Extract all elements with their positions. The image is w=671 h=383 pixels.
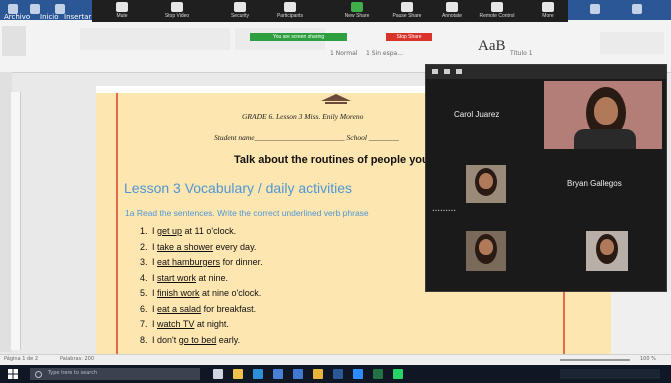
style-preview-aab[interactable]: AaB — [478, 38, 506, 55]
screen-sharing-indicator: You are screen sharing — [250, 33, 347, 41]
account-icon[interactable] — [590, 4, 600, 14]
stop-video-button[interactable]: Stop Video — [157, 0, 197, 22]
document-title: Talk about the routines of people you — [234, 154, 429, 166]
list-item: 2. I take a shower every day. — [140, 241, 257, 252]
instruction-text: 1a Read the sentences. Write the correct… — [125, 208, 369, 218]
list-item: 7. I watch TV at night. — [140, 319, 229, 329]
edge-icon[interactable] — [253, 369, 263, 379]
participant-video-small-1[interactable] — [466, 165, 506, 203]
remote-control-icon — [491, 2, 503, 12]
participants-icon — [284, 2, 296, 12]
zoom-gallery-panel[interactable]: Carol Juarez ••••••••• Bryan Gallegos — [425, 64, 667, 292]
paste-group[interactable] — [2, 26, 26, 56]
participant-name-carol: Carol Juarez — [454, 110, 500, 119]
list-item: 4. I start work at nine. — [140, 272, 229, 283]
list-item: 5. I finish work at nine o'clock. — [140, 288, 262, 298]
list-item: 6. I eat a salad for breakfast. — [140, 303, 257, 314]
margin-line — [116, 93, 118, 355]
participant-small-label-1: ••••••••• — [432, 209, 456, 214]
gallery-view-icon[interactable] — [444, 69, 450, 74]
task-view-icon[interactable] — [213, 369, 223, 379]
speaker-view-icon[interactable] — [456, 69, 462, 74]
editing-group[interactable] — [600, 32, 664, 54]
word-count[interactable]: Palabras: 200 — [60, 356, 94, 362]
security-button[interactable]: Security — [220, 0, 260, 22]
style-no-spacing[interactable]: 1 Sin espa... — [366, 50, 403, 57]
microphone-icon — [116, 2, 128, 12]
annotate-button[interactable]: Annotate — [432, 0, 472, 22]
sentence-list: 1. I get up at 11 o'clock. 2. I take a sho… — [140, 226, 263, 350]
file-explorer-icon[interactable] — [233, 369, 243, 379]
share-icon[interactable] — [632, 4, 642, 14]
whatsapp-icon[interactable] — [393, 369, 403, 379]
shield-icon — [234, 2, 246, 12]
windows-taskbar: Type here to search — [0, 365, 671, 383]
mail-icon[interactable] — [293, 369, 303, 379]
search-icon — [35, 371, 42, 378]
style-heading1[interactable]: Título 1 — [510, 50, 533, 57]
page-count[interactable]: Página 1 de 2 — [4, 356, 38, 362]
taskbar-search[interactable]: Type here to search — [30, 368, 200, 380]
participant-name-bryan: Bryan Gallegos — [567, 179, 622, 188]
font-group[interactable] — [80, 28, 230, 50]
pause-icon — [401, 2, 413, 12]
gallery-toolbar — [426, 65, 666, 79]
margin-line-right — [563, 290, 565, 355]
stop-share-button[interactable]: Stop Share — [386, 33, 432, 41]
document-page-extension[interactable] — [426, 290, 611, 355]
windows-start-icon[interactable] — [8, 369, 18, 379]
zoom-app-icon[interactable] — [353, 369, 363, 379]
document-header: GRADE 6. Lesson 3 Miss. Enily Moreno — [242, 112, 364, 121]
lesson-heading: Lesson 3 Vocabulary / daily activities — [124, 180, 353, 196]
document-background — [611, 290, 671, 355]
excel-app-icon[interactable] — [373, 369, 383, 379]
participant-video-small-3[interactable] — [586, 231, 628, 271]
list-item: 1. I get up at 11 o'clock. — [140, 226, 237, 236]
video-camera-icon — [171, 2, 183, 12]
search-placeholder: Type here to search — [48, 370, 98, 376]
mute-button[interactable]: Mute — [102, 0, 142, 22]
minimize-icon[interactable] — [432, 69, 438, 74]
school-logo — [321, 94, 351, 104]
zoom-level[interactable]: 100 % — [640, 356, 656, 362]
pencil-icon — [446, 2, 458, 12]
undo-icon[interactable] — [30, 4, 40, 14]
vertical-ruler — [11, 92, 21, 350]
remote-control-button[interactable]: Remote Control — [477, 0, 517, 22]
pause-share-button[interactable]: Pause Share — [387, 0, 427, 22]
participant-video-small-2[interactable] — [466, 231, 506, 271]
zoom-slider[interactable] — [560, 359, 630, 361]
style-normal[interactable]: 1 Normal — [330, 50, 357, 57]
new-share-button[interactable]: New Share — [337, 0, 377, 22]
list-item: 3. I eat hamburgers for dinner. — [140, 257, 263, 267]
share-screen-icon — [351, 2, 363, 12]
store-icon[interactable] — [273, 369, 283, 379]
more-button[interactable]: More — [528, 0, 568, 22]
participant-video-top-right[interactable] — [544, 81, 662, 149]
student-name-line: Student name________________________ Sch… — [214, 133, 399, 142]
list-item: 8. I don't go to bed early. — [140, 334, 241, 345]
word-app-icon[interactable] — [333, 369, 343, 379]
system-tray[interactable] — [560, 369, 660, 379]
participants-button[interactable]: Participants — [270, 0, 310, 22]
zoom-toolbar: Mute Stop Video Security Participants Ne… — [92, 0, 568, 22]
more-icon — [542, 2, 554, 12]
chrome-icon[interactable] — [313, 369, 323, 379]
